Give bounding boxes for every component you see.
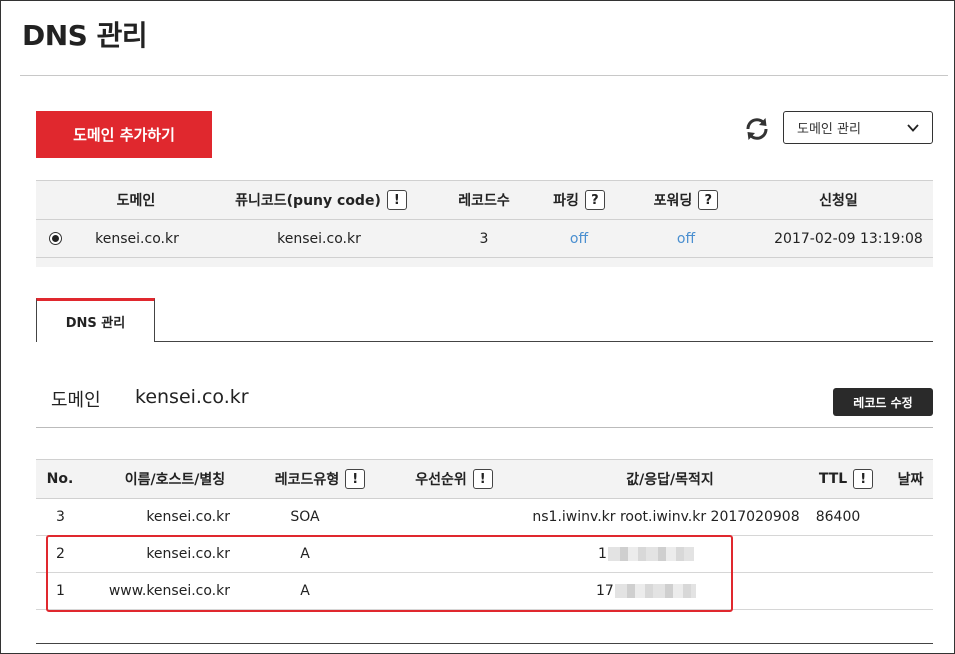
page-title: DNS 관리 [22,19,148,52]
col-punycode: 퓨니코드(puny code) ! [226,181,416,219]
forwarding-toggle[interactable]: off [636,220,736,257]
col-parking: 파킹 ? [536,181,622,219]
dns-domain-label: 도메인 [51,390,101,411]
tab-bar-line [36,341,933,342]
domain-table-header: 도메인 퓨니코드(puny code) ! 레코드수 파킹 ? 포워딩 ? 신청… [36,180,933,220]
record-type: SOA [290,509,320,525]
chevron-down-icon [907,124,919,132]
col-priority: 우선순위 ! [384,460,524,498]
section-divider [36,427,933,428]
col-domain: 도메인 [116,193,156,209]
select-value: 도메인 관리 [797,122,861,137]
title-divider [20,75,948,76]
record-no: 3 [56,509,65,525]
record-ttl: 86400 [815,509,861,525]
domain-manage-select[interactable]: 도메인 관리 [783,111,933,144]
highlight-box [46,535,733,612]
table-row[interactable]: 3 kensei.co.kr SOA ns1.iwinv.kr root.iwi… [36,499,933,536]
col-date: 신청일 [819,193,858,209]
table-footer-space [36,258,933,267]
table-row[interactable]: kensei.co.kr kensei.co.kr 3 off off 2017… [36,220,933,258]
parking-toggle[interactable]: off [536,220,622,257]
col-value: 값/응답/목적지 [626,472,714,488]
record-value: ns1.iwinv.kr root.iwinv.kr 2017020908 [532,509,800,525]
forwarding-help-icon[interactable]: ? [698,190,719,210]
date-cell: 2017-02-09 13:19:08 [774,230,923,247]
priority-help-icon[interactable]: ! [472,469,493,489]
record-type-help-icon[interactable]: ! [345,469,366,489]
col-forwarding: 포워딩 ? [636,181,736,219]
edit-record-button[interactable]: 레코드 수정 [833,388,933,416]
domain-table: 도메인 퓨니코드(puny code) ! 레코드수 파킹 ? 포워딩 ? 신청… [36,180,933,267]
dns-domain-value: kensei.co.kr [135,386,249,408]
records-table-header: No. 이름/호스트/별칭 레코드유형 ! 우선순위 ! 값/응답/목적지 TT… [36,459,933,499]
col-no: No. [46,471,74,487]
tab-dns-manage[interactable]: DNS 관리 [36,298,155,342]
parking-help-icon[interactable]: ? [584,190,605,210]
domain-cell: kensei.co.kr [95,230,179,247]
punycode-help-icon[interactable]: ! [386,190,407,210]
bottom-divider [36,643,933,644]
record-name: kensei.co.kr [146,509,230,525]
add-domain-button[interactable]: 도메인 추가하기 [36,111,212,158]
punycode-cell: kensei.co.kr [277,230,361,247]
col-ttl: TTL ! [796,460,896,498]
ttl-help-icon[interactable]: ! [853,469,874,489]
record-count-cell: 3 [479,230,489,247]
col-type: 레코드유형 ! [250,460,390,498]
col-date: 날짜 [897,472,924,488]
refresh-icon[interactable] [744,116,770,142]
col-record-count: 레코드수 [458,193,510,209]
col-name: 이름/호스트/별칭 [124,472,226,488]
